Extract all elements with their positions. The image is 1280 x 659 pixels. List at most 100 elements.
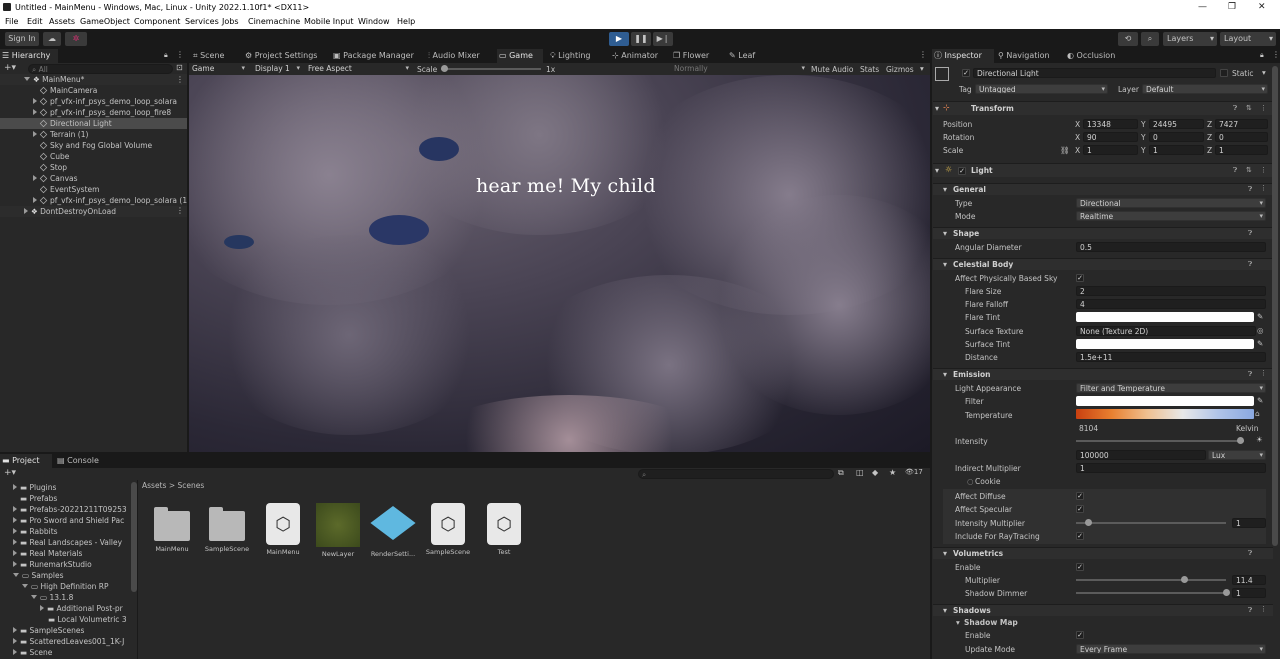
expand-icon[interactable] (13, 638, 17, 644)
tree-item[interactable]: ▬ Scene (13, 647, 52, 658)
menu-cinemachine[interactable]: Cinemachine (248, 17, 300, 26)
affect-diffuse-checkbox[interactable]: ✓ (1076, 492, 1084, 500)
hierarchy-item[interactable]: EventSystem (40, 184, 99, 195)
search-by-type-icon[interactable]: ⧉ (838, 468, 844, 478)
type-dropdown[interactable]: Directional (1076, 198, 1266, 208)
filter-color[interactable] (1076, 396, 1254, 406)
tab-lighting[interactable]: 💡︎ Lighting (548, 49, 598, 63)
tab-inspector[interactable]: ⓘ Inspector (932, 49, 994, 63)
game-view[interactable]: hear me! My child (189, 75, 930, 452)
search-by-label-icon[interactable]: ◫ (856, 468, 864, 477)
temperature-value[interactable]: 8104 (1079, 424, 1098, 433)
hierarchy-item[interactable]: Terrain (1) (33, 129, 88, 140)
emission-header[interactable]: ▾ Emission ❓︎ ⋮ (933, 368, 1273, 380)
help-icon[interactable]: ❓︎ (1248, 606, 1252, 615)
eyedropper-icon[interactable]: ✎ (1257, 339, 1263, 348)
maximize-icon[interactable]: ❐ (1228, 2, 1236, 12)
eyedropper-icon[interactable]: ✎ (1257, 396, 1263, 405)
tree-item[interactable]: ▬ Pro Sword and Shield Pac (13, 515, 131, 526)
dontdestroy-menu-dots-icon[interactable]: ⋮ (176, 206, 184, 215)
tab-navigation[interactable]: ⚲ Navigation (996, 49, 1060, 63)
hierarchy-search-input[interactable]: ⌕ All (28, 64, 173, 74)
intensity-slider[interactable] (1076, 440, 1244, 442)
surface-texture-field[interactable]: None (Texture 2D) (1076, 326, 1256, 336)
collapse-icon[interactable] (22, 584, 28, 588)
tree-item[interactable]: ▬ Prefabs-20221211T09253 (13, 504, 131, 515)
settings-icon[interactable]: ⇅ (1246, 104, 1252, 112)
hierarchy-item[interactable]: Canvas (33, 173, 78, 184)
scale-z-input[interactable]: 1 (1215, 145, 1268, 155)
close-icon[interactable]: ✕ (1258, 2, 1266, 12)
pause-button[interactable]: ❚❚ (631, 32, 651, 46)
help-icon[interactable]: ❓︎ (1233, 104, 1237, 113)
multiplier-knob[interactable] (1181, 576, 1188, 583)
menu-dots-icon[interactable]: ⋮ (919, 50, 927, 59)
minimize-icon[interactable]: — (1198, 2, 1207, 12)
asset-folder[interactable]: SampleScene (202, 507, 252, 553)
menu-services[interactable]: Services (185, 17, 219, 26)
expand-icon[interactable] (33, 109, 37, 115)
menu-dots-icon[interactable]: ⋮ (176, 50, 184, 59)
active-checkbox[interactable]: ✓ (962, 69, 970, 77)
angular-diameter-input[interactable]: 0.5 (1076, 242, 1266, 252)
menu-help[interactable]: Help (397, 17, 415, 26)
shadow-dimmer-knob[interactable] (1223, 589, 1230, 596)
tree-item[interactable]: ▬ RunemarkStudio (13, 559, 92, 570)
play-button[interactable]: ▶ (609, 32, 629, 46)
tab-project-settings[interactable]: ⚙ Project Settings (243, 49, 327, 63)
tree-item[interactable]: ▬ Real Materials (13, 548, 82, 559)
tab-project[interactable]: ▬ Project (0, 454, 52, 468)
collapse-icon[interactable] (13, 573, 19, 577)
project-search-input[interactable]: ⌕ (638, 469, 834, 479)
menu-dots-icon[interactable]: ⋮ (1260, 605, 1267, 613)
affect-specular-checkbox[interactable]: ✓ (1076, 505, 1084, 513)
expand-icon[interactable] (13, 517, 17, 523)
menu-window[interactable]: Window (358, 17, 390, 26)
tree-item[interactable]: ▬ SampleScenes (13, 625, 84, 636)
static-checkbox[interactable] (1220, 69, 1228, 77)
sign-in-button[interactable]: Sign In (5, 32, 39, 46)
tab-animator[interactable]: ⊹ Animator (610, 49, 666, 63)
position-z-input[interactable]: 7427 (1215, 119, 1268, 129)
settings-icon[interactable]: ⇅ (1246, 166, 1252, 174)
expand-icon[interactable] (13, 561, 17, 567)
flare-falloff-input[interactable]: 4 (1076, 299, 1266, 309)
help-icon[interactable]: ❓︎ (1248, 260, 1252, 269)
hierarchy-item[interactable]: pf_vfx-inf_psys_demo_loop_solara (1 (33, 195, 187, 206)
update-mode-dropdown[interactable]: Every Frame (1076, 644, 1266, 654)
chevron-down-icon[interactable]: ▾ (920, 64, 924, 73)
breadcrumb-scenes[interactable]: Scenes (178, 481, 205, 490)
asset-render-settings[interactable]: RenderSetti... (368, 503, 418, 558)
help-icon[interactable]: ❓︎ (1233, 166, 1237, 175)
scale-y-input[interactable]: 1 (1149, 145, 1204, 155)
label-icon[interactable]: ◆ (872, 468, 878, 477)
tree-item[interactable]: ▭ 13.1.8 (31, 592, 73, 603)
hierarchy-item-dontdestroy[interactable]: ❖ DontDestroyOnLoad (0, 206, 187, 217)
position-y-input[interactable]: 24495 (1149, 119, 1204, 129)
game-mode-dropdown[interactable]: Game (189, 64, 247, 74)
menu-mobile-input[interactable]: Mobile Input (304, 17, 354, 26)
tab-leaf[interactable]: ✎ Leaf (727, 49, 767, 63)
tab-game[interactable]: ▭ Game (497, 49, 543, 63)
surface-tint-color[interactable] (1076, 339, 1254, 349)
collab-icon[interactable]: ✲ (65, 32, 87, 46)
hierarchy-item[interactable]: Stop (40, 162, 67, 173)
search-icon[interactable]: ⌕ (1141, 32, 1159, 46)
menu-assets[interactable]: Assets (49, 17, 75, 26)
light-enabled-checkbox[interactable]: ✓ (958, 167, 966, 175)
create-icon[interactable]: +▾ (4, 468, 16, 478)
expand-icon[interactable] (13, 550, 17, 556)
tree-item[interactable]: ▭ Samples (13, 570, 64, 581)
intensity-input[interactable]: 100000 (1076, 450, 1206, 460)
menu-dots-icon[interactable]: ⋮ (1260, 184, 1267, 192)
rotation-y-input[interactable]: 0 (1149, 132, 1204, 142)
help-icon[interactable]: ❓︎ (1248, 549, 1252, 558)
stats-toggle[interactable]: Stats (860, 65, 879, 74)
tree-item[interactable]: ▬ Plugins (13, 482, 56, 493)
object-name-input[interactable]: Directional Light (973, 68, 1216, 78)
hierarchy-item[interactable]: pf_vfx-inf_psys_demo_loop_solara (33, 96, 177, 107)
volumetrics-enable-checkbox[interactable]: ✓ (1076, 563, 1084, 571)
shape-header[interactable]: ▾ Shape ❓︎ (933, 227, 1273, 239)
gizmos-toggle[interactable]: Gizmos (886, 65, 914, 74)
tree-item[interactable]: ▬ Additional Post-pr (40, 603, 131, 614)
